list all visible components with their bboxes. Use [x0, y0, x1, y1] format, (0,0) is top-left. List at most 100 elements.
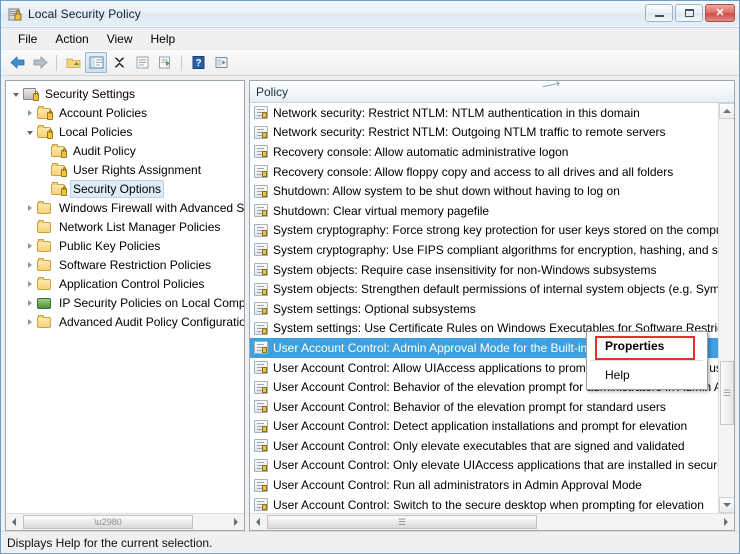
- policy-setting-icon: [254, 145, 268, 159]
- policy-list-row[interactable]: Network security: Restrict NTLM: NTLM au…: [250, 103, 718, 123]
- console-root-icon: [22, 87, 39, 101]
- policy-list-row[interactable]: Recovery console: Allow automatic admini…: [250, 142, 718, 162]
- policy-list-row[interactable]: Shutdown: Allow system to be shut down w…: [250, 181, 718, 201]
- policy-setting-icon: [254, 125, 268, 139]
- chevron-right-icon[interactable]: [23, 299, 36, 306]
- policy-list-horizontal-scrollbar[interactable]: ☰: [250, 513, 734, 530]
- context-menu-help[interactable]: Help: [587, 363, 707, 387]
- minimize-button[interactable]: [645, 4, 673, 22]
- context-menu[interactable]: Properties Help: [586, 331, 708, 390]
- policy-list-row[interactable]: Shutdown: Clear virtual memory pagefile: [250, 201, 718, 221]
- export-list-icon[interactable]: [154, 52, 176, 73]
- status-bar: Displays Help for the current selection.: [1, 531, 739, 553]
- menu-action[interactable]: Action: [46, 30, 97, 48]
- folder-icon: [36, 314, 52, 329]
- policy-list-row[interactable]: User Account Control: Run all administra…: [250, 475, 718, 495]
- help-icon[interactable]: ?: [187, 52, 209, 73]
- policy-list-row[interactable]: Recovery console: Allow floppy copy and …: [250, 162, 718, 182]
- policy-name-label: Shutdown: Clear virtual memory pagefile: [273, 203, 490, 218]
- tree-item-software-restriction-policies[interactable]: Software Restriction Policies: [9, 255, 244, 274]
- back-icon[interactable]: [6, 52, 28, 73]
- tree-item-account-policies[interactable]: Account Policies: [9, 103, 244, 122]
- chevron-right-icon[interactable]: [23, 242, 36, 249]
- tree-hscroll-left-button[interactable]: [6, 514, 22, 530]
- policy-setting-icon: [254, 184, 268, 198]
- filter-icon[interactable]: [210, 52, 232, 73]
- chevron-right-icon[interactable]: [23, 318, 36, 325]
- menu-help[interactable]: Help: [142, 30, 185, 48]
- policy-setting-icon: [254, 439, 268, 453]
- policy-list-row[interactable]: System objects: Require case insensitivi…: [250, 260, 718, 280]
- tree-item-windows-firewall-with-advanced-sec[interactable]: Windows Firewall with Advanced Sec: [9, 198, 244, 217]
- menu-view[interactable]: View: [98, 30, 142, 48]
- menu-bar: File Action View Help: [1, 28, 739, 50]
- tree-item-application-control-policies[interactable]: Application Control Policies: [9, 274, 244, 293]
- column-header-policy[interactable]: Policy: [250, 85, 734, 99]
- policy-list-row[interactable]: System settings: Optional subsystems: [250, 299, 718, 319]
- maximize-button[interactable]: [675, 4, 703, 22]
- vscroll-thumb[interactable]: ☰: [720, 361, 734, 425]
- toolbar-separator: [56, 54, 57, 71]
- policy-setting-icon: [254, 321, 268, 335]
- folder-icon: [36, 257, 52, 272]
- tree-item-security-settings[interactable]: Security Settings: [9, 84, 244, 103]
- menu-file[interactable]: File: [9, 30, 46, 48]
- policy-name-label: System cryptography: Force strong key pr…: [273, 223, 734, 238]
- policy-folder-icon: [36, 105, 53, 120]
- tree-item-local-policies[interactable]: Local Policies: [9, 122, 244, 141]
- delete-icon[interactable]: [108, 52, 130, 73]
- context-menu-properties[interactable]: Properties: [587, 334, 707, 358]
- tree-item-advanced-audit-policy-configuration[interactable]: Advanced Audit Policy Configuration: [9, 312, 244, 331]
- policy-list-row[interactable]: User Account Control: Detect application…: [250, 417, 718, 437]
- policy-list-row[interactable]: User Account Control: Switch to the secu…: [250, 495, 718, 513]
- tree-item-label: Public Key Policies: [59, 238, 161, 253]
- chevron-right-icon[interactable]: [23, 261, 36, 268]
- policy-setting-icon: [254, 380, 268, 394]
- policy-list-row[interactable]: System cryptography: Force strong key pr…: [250, 221, 734, 241]
- show-hide-console-tree-icon[interactable]: [85, 52, 107, 73]
- policy-setting-icon: [254, 419, 268, 433]
- console-tree[interactable]: Security Settings Account Policies Local P…: [6, 81, 244, 513]
- vscroll-down-button[interactable]: [719, 497, 734, 513]
- policy-list-body[interactable]: Network security: Restrict NTLM: NTLM au…: [250, 103, 734, 513]
- chevron-right-icon[interactable]: [23, 280, 36, 287]
- console-tree-pane: Security Settings Account Policies Local P…: [5, 80, 245, 531]
- policy-list-row[interactable]: Network security: Restrict NTLM: Outgoin…: [250, 123, 718, 143]
- list-hscroll-thumb[interactable]: ☰: [267, 515, 537, 529]
- tree-item-security-options[interactable]: Security Options: [9, 179, 244, 198]
- chevron-down-icon[interactable]: [9, 91, 22, 97]
- chevron-down-icon[interactable]: [23, 129, 36, 135]
- policy-list-row[interactable]: System cryptography: Use FIPS compliant …: [250, 240, 734, 260]
- policy-name-label: System settings: Optional subsystems: [273, 301, 476, 316]
- up-one-level-icon[interactable]: [62, 52, 84, 73]
- tree-horizontal-scrollbar[interactable]: \u2980: [6, 513, 244, 530]
- status-bar-text: Displays Help for the current selection.: [7, 535, 213, 550]
- list-hscroll-right-button[interactable]: [718, 514, 734, 530]
- tree-hscroll-thumb[interactable]: \u2980: [23, 515, 193, 529]
- policy-name-label: Shutdown: Allow system to be shut down w…: [273, 184, 620, 199]
- tree-item-audit-policy[interactable]: Audit Policy: [9, 141, 244, 160]
- chevron-right-icon[interactable]: [23, 204, 36, 211]
- chevron-right-icon[interactable]: [23, 109, 36, 116]
- policy-setting-icon: [254, 498, 268, 512]
- tree-item-ip-security-policies-on-local-compute[interactable]: IP Security Policies on Local Compute: [9, 293, 244, 312]
- tree-item-label: Software Restriction Policies: [59, 257, 212, 272]
- tree-item-label: IP Security Policies on Local Compute: [59, 295, 244, 310]
- policy-list-row[interactable]: User Account Control: Behavior of the el…: [250, 397, 718, 417]
- vscroll-up-button[interactable]: [719, 103, 734, 119]
- properties-icon[interactable]: [131, 52, 153, 73]
- policy-name-label: Network security: Restrict NTLM: Outgoin…: [273, 125, 666, 140]
- policy-list-row[interactable]: System objects: Strengthen default permi…: [250, 279, 734, 299]
- tree-item-label: Audit Policy: [73, 143, 136, 158]
- policy-list-row[interactable]: User Account Control: Only elevate execu…: [250, 436, 718, 456]
- list-hscroll-left-button[interactable]: [250, 514, 266, 530]
- tree-hscroll-right-button[interactable]: [228, 514, 244, 530]
- policy-list-vertical-scrollbar[interactable]: ☰: [718, 103, 734, 513]
- tree-item-public-key-policies[interactable]: Public Key Policies: [9, 236, 244, 255]
- policy-list-row[interactable]: User Account Control: Only elevate UIAcc…: [250, 456, 734, 476]
- tree-item-network-list-manager-policies[interactable]: Network List Manager Policies: [9, 217, 244, 236]
- close-button[interactable]: ✕: [705, 4, 735, 22]
- ip-security-icon: [36, 296, 52, 310]
- tree-item-user-rights-assignment[interactable]: User Rights Assignment: [9, 160, 244, 179]
- forward-icon[interactable]: [29, 52, 51, 73]
